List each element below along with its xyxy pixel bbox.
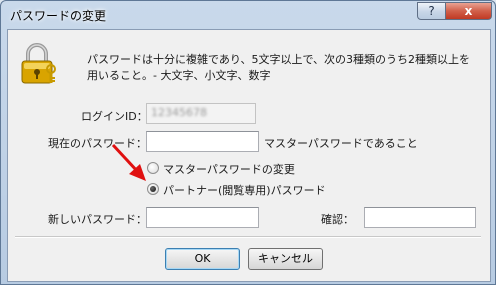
radio-partner-password-label[interactable]: パートナー(閲覧専用)パスワード [163,182,326,198]
ok-button[interactable]: OK [165,248,240,270]
confirm-password-label: 確認： [321,213,354,226]
radio-master-password[interactable] [147,162,159,174]
password-requirements-message: パスワードは十分に複雑であり、5文字以上で、次の3種類のうち2種類以上を用いるこ… [87,53,471,82]
current-password-hint: マスターパスワードであること [264,137,418,150]
radio-master-password-label[interactable]: マスターパスワードの変更 [163,161,295,177]
close-button[interactable]: x [445,2,492,20]
confirm-password-input[interactable] [364,207,476,228]
login-id-label: ログインID： [81,110,148,123]
help-button[interactable]: ? [417,2,446,20]
dialog-body: パスワードは十分に複雑であり、5文字以上で、次の3種類のうち2種類以上を用いるこ… [7,29,491,282]
new-password-input[interactable] [146,207,259,228]
lock-with-keys-icon [21,43,56,84]
close-icon: x [464,4,473,18]
title-bar[interactable]: パスワードの変更 ? x [1,1,495,29]
radio-selected-dot [150,186,156,192]
login-id-value: 12345678 [151,106,207,119]
login-id-field: 12345678 [146,103,256,124]
radio-partner-password[interactable] [147,183,159,195]
window-title: パスワードの変更 [10,9,107,23]
password-change-dialog: パスワードの変更 ? x パスワードは十分に複雑であり、5文字以上で、次の3種類… [0,0,496,285]
current-password-input[interactable] [146,131,259,152]
cancel-button[interactable]: キャンセル [248,248,323,270]
button-separator [15,236,481,238]
new-password-label: 新しいパスワード： [48,213,147,226]
